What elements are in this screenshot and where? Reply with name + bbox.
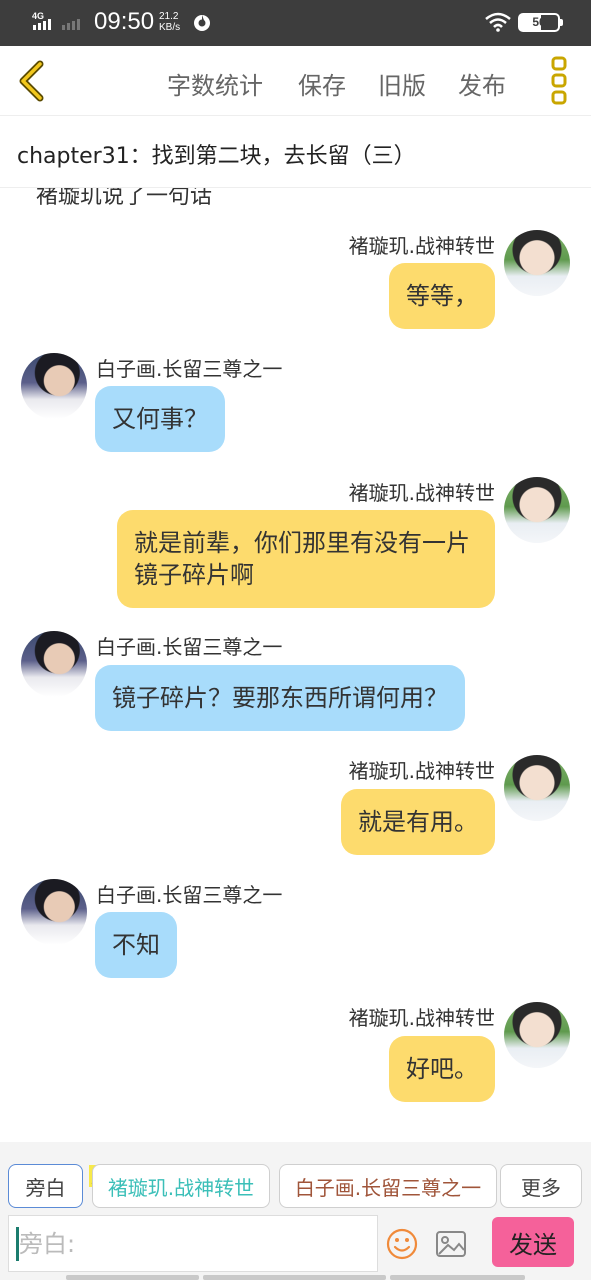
avatar[interactable] xyxy=(504,755,570,821)
message-bubble[interactable]: 又何事？ xyxy=(95,386,225,452)
battery-text: 56 xyxy=(532,15,546,29)
avatar[interactable] xyxy=(504,230,570,296)
message-bubble[interactable]: 等等， xyxy=(389,263,495,329)
image-icon[interactable] xyxy=(435,1230,467,1258)
nav-indicator xyxy=(203,1275,386,1280)
status-bar: 4G 09:50 21.2 KB/s 56 xyxy=(0,0,591,46)
avatar[interactable] xyxy=(21,353,87,419)
back-arrow-icon[interactable] xyxy=(16,60,46,102)
message-bubble[interactable]: 不知 xyxy=(95,912,177,978)
battery-tip xyxy=(560,19,563,26)
send-button[interactable]: 发送 xyxy=(492,1217,574,1267)
speaker-name: 白子画.长留三尊之一 xyxy=(96,635,283,659)
message-input[interactable] xyxy=(9,1216,377,1271)
message-bubble[interactable]: 就是前辈，你们那里有没有一片镜子碎片啊 xyxy=(117,510,495,608)
more-menu-icon[interactable] xyxy=(550,56,568,106)
message-bubble[interactable]: 好吧。 xyxy=(389,1036,495,1102)
emoji-icon[interactable] xyxy=(386,1228,418,1260)
avatar[interactable] xyxy=(21,879,87,945)
wifi-icon xyxy=(485,12,511,32)
avatar[interactable] xyxy=(21,631,87,697)
text-cursor xyxy=(16,1227,19,1261)
network-speed: 21.2 KB/s xyxy=(159,11,181,33)
sync-icon xyxy=(194,15,210,31)
message-input-box[interactable] xyxy=(8,1215,378,1272)
publish-button[interactable]: 发布 xyxy=(458,66,506,101)
svg-text:4G: 4G xyxy=(32,11,44,21)
old-version-button[interactable]: 旧版 xyxy=(378,66,426,101)
nav-indicator xyxy=(390,1275,525,1280)
avatar[interactable] xyxy=(504,1002,570,1068)
message-bubble[interactable]: 就是有用。 xyxy=(341,789,495,855)
composer: 旁白 主 褚璇玑.战神转世 白子画.长留三尊之一 更多 发送 xyxy=(0,1142,591,1280)
speaker-name: 白子画.长留三尊之一 xyxy=(96,883,283,907)
role-narrator-button[interactable]: 旁白 xyxy=(8,1164,83,1208)
chapter-header: chapter31：找到第二块，去长留（三） xyxy=(0,116,591,188)
clock: 09:50 xyxy=(94,8,155,35)
save-button[interactable]: 保存 xyxy=(298,66,346,101)
partial-message-text: 褚璇玑说了一句话 xyxy=(36,188,213,209)
chapter-title: chapter31：找到第二块，去长留（三） xyxy=(17,144,416,169)
speaker-name: 白子画.长留三尊之一 xyxy=(96,357,283,381)
word-count-button[interactable]: 字数统计 xyxy=(167,66,263,101)
signal-icon: 4G xyxy=(32,11,80,30)
message-bubble[interactable]: 镜子碎片？要那东西所谓何用？ xyxy=(95,665,465,731)
speaker-name: 褚璇玑.战神转世 xyxy=(348,1006,495,1030)
message-list[interactable]: 褚璇玑说了一句话 褚璇玑.战神转世 等等， 白子画.长留三尊之一 又何事？ 褚璇… xyxy=(0,188,591,1142)
role-chuxuanji-button[interactable]: 褚璇玑.战神转世 xyxy=(92,1164,270,1208)
top-toolbar: 字数统计 保存 旧版 发布 xyxy=(0,46,591,116)
avatar[interactable] xyxy=(504,477,570,543)
role-baizihua-button[interactable]: 白子画.长留三尊之一 xyxy=(279,1164,497,1208)
speaker-name: 褚璇玑.战神转世 xyxy=(348,759,495,783)
nav-indicator xyxy=(66,1275,199,1280)
more-roles-button[interactable]: 更多 xyxy=(500,1164,582,1208)
speaker-name: 褚璇玑.战神转世 xyxy=(348,481,495,505)
speaker-name: 褚璇玑.战神转世 xyxy=(348,234,495,258)
battery-icon: 56 xyxy=(518,13,560,32)
